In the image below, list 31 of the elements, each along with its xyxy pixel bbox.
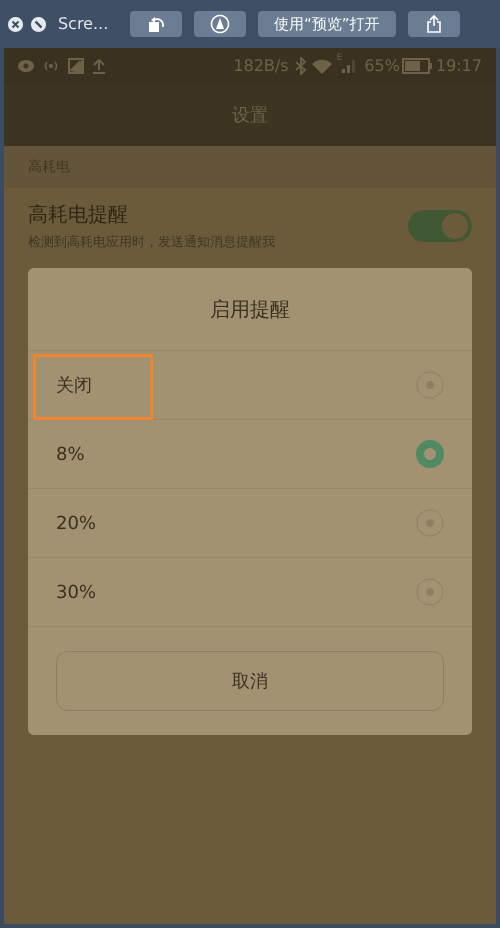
battery-icon [402,58,432,74]
window-title: Scre... [58,13,110,35]
upload-icon [92,58,106,74]
toolbar-button[interactable] [408,11,460,37]
pen-icon [210,14,230,34]
option-label: 30% [56,580,96,604]
option-label: 20% [56,512,96,536]
wifi-icon [310,58,333,74]
rotate-icon [146,14,166,34]
toggle-switch[interactable] [408,210,472,242]
option-label: 8% [56,442,85,466]
bluetooth-icon [294,57,307,75]
fullscreen-icon[interactable] [31,16,46,32]
option-row[interactable]: 8% [28,420,472,489]
option-label: 关闭 [56,374,92,398]
option-row[interactable]: 20% [28,489,472,558]
toolbar-button[interactable] [130,11,182,37]
toolbar-button[interactable] [194,11,246,37]
share-icon [424,14,443,34]
signal-icon [342,59,356,73]
open-in-preview-button[interactable]: 使用“预览”打开 [258,11,396,37]
option-row[interactable]: 30% [28,558,472,627]
hotspot-icon [42,59,60,73]
close-icon[interactable] [8,16,23,32]
dialog-title: 启用提醒 [210,296,290,323]
cancel-button[interactable]: 取消 [56,651,444,711]
radio-selected[interactable] [416,440,444,468]
setting-title: 高耗电提醒 [28,201,129,228]
option-row[interactable]: 关闭 [28,351,472,420]
eye-icon [18,60,34,72]
image-icon [68,58,84,74]
